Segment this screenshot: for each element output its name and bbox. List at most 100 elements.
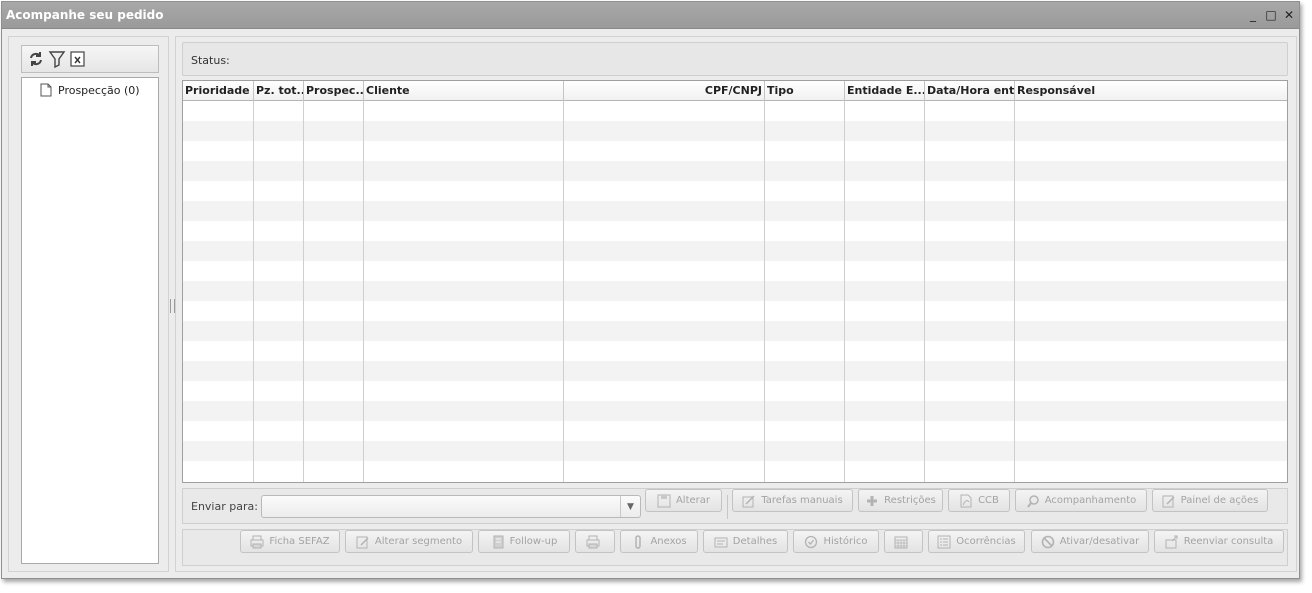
tree-item-prospeccao[interactable]: Prospecção (0) [39, 82, 140, 98]
toolbar-separator [727, 495, 728, 519]
ocorrencias-label: Ocorrências [956, 536, 1016, 547]
alterar-segmento-label: Alterar segmento [374, 536, 463, 547]
excel-export-icon[interactable] [69, 50, 87, 68]
tree-view[interactable]: Prospecção (0) [21, 77, 159, 564]
table-row[interactable] [183, 421, 1287, 441]
col-prazo-total[interactable]: Pz. tot... [254, 81, 304, 101]
col-entidade[interactable]: Entidade E... [845, 81, 925, 101]
table-row[interactable] [183, 121, 1287, 141]
historico-label: Histórico [823, 536, 868, 547]
table-row[interactable] [183, 141, 1287, 161]
table-row[interactable] [183, 261, 1287, 281]
column-divider [924, 101, 925, 482]
calendar-button[interactable] [884, 530, 923, 553]
tree-toolbar [21, 45, 159, 73]
col-cpf-cnpj[interactable]: CPF/CNPJ [564, 81, 765, 101]
acompanhamento-button[interactable]: Acompanhamento [1015, 489, 1147, 512]
chevron-down-icon[interactable]: ▼ [620, 496, 640, 517]
col-tipo[interactable]: Tipo [765, 81, 845, 101]
table-row[interactable] [183, 281, 1287, 301]
table-row[interactable] [183, 401, 1287, 421]
table-row[interactable] [183, 441, 1287, 461]
column-divider [844, 101, 845, 482]
notebook-icon [491, 535, 505, 549]
painel-de-acoes-button[interactable]: Painel de ações [1152, 489, 1268, 512]
status-label: Status: [191, 54, 230, 67]
reenviar-consulta-label: Reenviar consulta [1183, 536, 1274, 547]
clock-icon [804, 535, 818, 549]
table-row[interactable] [183, 241, 1287, 261]
table-row[interactable] [183, 381, 1287, 401]
ficha-sefaz-button[interactable]: Ficha SEFAZ [240, 530, 340, 553]
details-icon [714, 535, 728, 549]
close-icon[interactable]: ✕ [1281, 7, 1297, 23]
calendar-icon [894, 535, 908, 549]
printer-icon [250, 535, 264, 549]
title-bar[interactable]: Acompanhe seu pedido _ □ ✕ [2, 2, 1299, 29]
col-prospeccao[interactable]: Prospec... [304, 81, 364, 101]
block-icon [1041, 535, 1055, 549]
printer-icon [586, 535, 600, 549]
col-prioridade[interactable]: Prioridade [183, 81, 254, 101]
table-row[interactable] [183, 461, 1287, 481]
table-row[interactable] [183, 101, 1287, 121]
acompanhamento-label: Acompanhamento [1044, 495, 1137, 506]
plus-icon [865, 494, 879, 508]
column-divider [253, 101, 254, 482]
maximize-icon[interactable]: □ [1263, 7, 1279, 23]
table-header: Prioridade Pz. tot... Prospec... Cliente… [183, 81, 1287, 101]
table-row[interactable] [183, 301, 1287, 321]
restricoes-button[interactable]: Restrições [858, 489, 943, 512]
column-divider [563, 101, 564, 482]
table-row[interactable] [183, 221, 1287, 241]
document-icon [39, 83, 53, 97]
col-responsavel[interactable]: Responsável [1015, 81, 1287, 101]
pencil-icon [356, 535, 370, 549]
tree-item-label: Prospecção (0) [58, 83, 140, 97]
alterar-label: Alterar [675, 495, 711, 506]
refresh-icon[interactable] [27, 50, 45, 68]
tarefas-manuais-button[interactable]: Tarefas manuais [732, 489, 853, 512]
col-cliente[interactable]: Cliente [364, 81, 564, 101]
send-to-select[interactable]: ▼ [261, 495, 641, 518]
column-divider [764, 101, 765, 482]
save-icon [657, 494, 671, 508]
tree-panel: Prospecção (0) [8, 36, 169, 572]
table-row[interactable] [183, 321, 1287, 341]
search-icon [1026, 494, 1040, 508]
resend-icon [1165, 535, 1179, 549]
paperclip-icon [631, 534, 645, 549]
ccb-label: CCB [978, 495, 999, 506]
restricoes-label: Restrições [884, 495, 936, 506]
edit-checklist-icon [742, 494, 756, 508]
actions-bar: Ficha SEFAZ Alterar segmento Follow-up A… [182, 529, 1288, 566]
send-bar: Enviar para: ▼ Alterar Tarefas manuais R… [182, 488, 1288, 524]
minimize-icon[interactable]: _ [1245, 7, 1261, 23]
orders-table[interactable]: Prioridade Pz. tot... Prospec... Cliente… [182, 80, 1288, 483]
table-row[interactable] [183, 361, 1287, 381]
table-row[interactable] [183, 181, 1287, 201]
ficha-sefaz-label: Ficha SEFAZ [269, 536, 330, 547]
historico-button[interactable]: Histórico [793, 530, 879, 553]
main-panel: Status: Prioridade Pz. tot... Prospec...… [175, 36, 1297, 572]
reenviar-consulta-button[interactable]: Reenviar consulta [1154, 530, 1284, 553]
follow-up-label: Follow-up [509, 536, 558, 547]
alterar-segmento-button[interactable]: Alterar segmento [345, 530, 473, 553]
follow-up-button[interactable]: Follow-up [478, 530, 570, 553]
alterar-button[interactable]: Alterar [645, 489, 722, 512]
pdf-icon [959, 494, 973, 508]
ccb-button[interactable]: CCB [948, 489, 1010, 512]
table-row[interactable] [183, 201, 1287, 221]
col-data-hora[interactable]: Data/Hora ent... [925, 81, 1015, 101]
ocorrencias-button[interactable]: Ocorrências [928, 530, 1025, 553]
print-button[interactable] [575, 530, 615, 553]
ativar-desativar-button[interactable]: Ativar/desativar [1031, 530, 1149, 553]
detalhes-button[interactable]: Detalhes [703, 530, 788, 553]
filter-icon[interactable] [48, 50, 66, 69]
table-row[interactable] [183, 341, 1287, 361]
table-row[interactable] [183, 161, 1287, 181]
status-box: Status: [182, 42, 1288, 76]
anexos-button[interactable]: Anexos [620, 530, 698, 553]
column-divider [303, 101, 304, 482]
painel-de-acoes-label: Painel de ações [1180, 495, 1259, 506]
